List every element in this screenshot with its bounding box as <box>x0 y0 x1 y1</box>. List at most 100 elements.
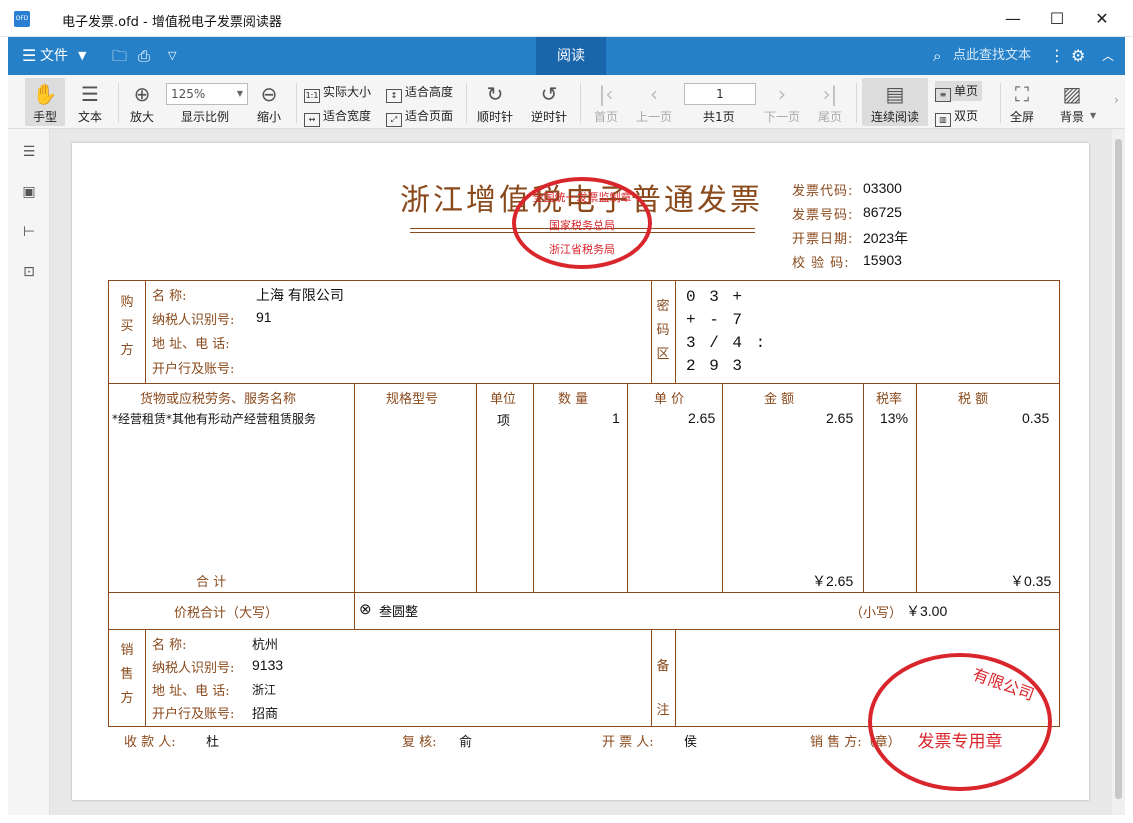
seller-bank: 招商 <box>252 707 279 722</box>
folder-open-icon[interactable]: 🗀 <box>112 37 127 75</box>
actual-size-button[interactable]: 1:1 实际大小 <box>304 82 372 103</box>
rotate-counterclockwise-label: 逆时针 <box>530 110 567 124</box>
zoom-in-label: 放大 <box>129 110 154 124</box>
invoice-code-label: 发票代码: <box>792 184 854 199</box>
thumbnail-image-icon[interactable]: ▣ <box>20 183 38 201</box>
minimize-button[interactable]: — <box>990 6 1036 32</box>
fullscreen-button[interactable]: ⛶ 全屏 <box>1004 78 1040 126</box>
toolbar-scroll-right-icon[interactable]: › <box>1114 93 1119 107</box>
seal-invoice-text: 发票专用章 <box>917 732 1003 752</box>
fullscreen-icon: ⛶ <box>1015 82 1029 106</box>
file-menu[interactable]: 文件 <box>40 37 68 75</box>
zoom-dropdown-icon[interactable]: ▼ <box>237 84 243 104</box>
drawer-label: 开 票 人: <box>602 735 654 750</box>
zoom-in-button[interactable]: ⊕ 放大 <box>122 78 162 126</box>
background-button[interactable]: ▨ 背景 <box>1050 78 1094 126</box>
supervision-seal: 全国统一发票监制章 国家税务总局 浙江省税务局 <box>512 177 652 269</box>
text-tool-button[interactable]: ☰ 文本 <box>70 78 110 126</box>
col-divider <box>916 383 917 592</box>
fit-width-label: 适合宽度 <box>323 109 372 123</box>
invoice-special-seal: 有限公司 发票专用章 <box>868 653 1052 791</box>
actual-size-label: 实际大小 <box>323 85 372 99</box>
next-page-button[interactable]: › 下一页 <box>762 78 802 126</box>
maximize-button[interactable]: ☐ <box>1034 6 1080 32</box>
total-amount: ￥2.65 <box>812 573 854 589</box>
zoom-select[interactable]: 125% ▼ <box>166 83 248 105</box>
col-header-unit: 单位 <box>490 392 517 407</box>
grand-upper-icon: ⊗ <box>359 601 372 618</box>
rotate-counterclockwise-button[interactable]: ↺ 逆时针 <box>528 78 570 126</box>
zoom-out-button[interactable]: ⊖ 缩小 <box>250 78 288 126</box>
col-divider <box>863 383 864 592</box>
line-item-name: *经营租赁*其他有形动产经营租赁服务 <box>112 412 317 426</box>
last-page-button[interactable]: ›| 尾页 <box>812 78 848 126</box>
col-divider <box>651 280 652 383</box>
invoice-number-label: 发票号码: <box>792 208 854 223</box>
buyer-tax-label: 纳税人识别号: <box>152 313 235 328</box>
hamburger-menu-icon[interactable]: ☰ <box>22 37 36 75</box>
buyer-side-label: 购 买 方 <box>120 291 134 363</box>
row-divider <box>108 592 1060 593</box>
double-page-button[interactable]: ▥ 双页 <box>935 106 978 127</box>
seller-tax-label: 纳税人识别号: <box>152 661 235 676</box>
line-item-qty: 1 <box>612 410 620 426</box>
prev-page-button[interactable]: ‹ 上一页 <box>634 78 674 126</box>
buyer-name-label: 名 称: <box>152 289 187 304</box>
fit-height-button[interactable]: ↕ 适合高度 <box>386 82 454 103</box>
search-icon[interactable]: ⌕ <box>933 37 941 75</box>
first-page-button[interactable]: |‹ 首页 <box>588 78 624 126</box>
single-page-label: 单页 <box>954 84 979 98</box>
rotate-counterclockwise-icon: ↺ <box>540 82 558 106</box>
cipher-line: + - 7 <box>686 311 745 329</box>
outline-list-icon[interactable]: ☰ <box>20 143 38 161</box>
dropdown-chevron-icon[interactable]: ▽ <box>168 37 176 75</box>
col-divider <box>627 383 628 592</box>
print-icon[interactable]: ⎙ <box>138 37 150 75</box>
background-dropdown-icon[interactable]: ▼ <box>1090 111 1096 120</box>
continuous-read-button[interactable]: ▤ 连续阅读 <box>862 78 928 126</box>
single-page-button[interactable]: ≡ 单页 <box>935 81 983 102</box>
chevron-down-icon[interactable]: ▼ <box>78 37 86 75</box>
close-button[interactable]: ✕ <box>1079 6 1125 32</box>
drawer: 侯 <box>684 735 698 750</box>
fit-page-button[interactable]: ⤢ 适合页面 <box>386 106 454 127</box>
rotate-clockwise-button[interactable]: ↻ 顺时针 <box>474 78 516 126</box>
seller-side-label: 销 售 方 <box>120 639 134 711</box>
grand-total-upper: 叁圆整 <box>379 605 419 620</box>
remark-label: 备 注 <box>656 645 670 733</box>
zoom-out-icon: ⊖ <box>260 82 278 106</box>
annotation-icon[interactable]: ⊡ <box>20 263 38 281</box>
grand-lower-label: （小写） <box>850 606 903 621</box>
vertical-scrollbar[interactable] <box>1112 129 1125 815</box>
scroll-thumb[interactable] <box>1115 139 1122 799</box>
fit-width-button[interactable]: ↔ 适合宽度 <box>304 106 372 127</box>
hand-tool-button[interactable]: ✋ 手型 <box>25 78 65 126</box>
payee-label: 收 款 人: <box>124 735 176 750</box>
zoom-ratio-label: 显示比例 <box>181 110 230 124</box>
fit-height-label: 适合高度 <box>405 85 454 99</box>
search-input[interactable]: 点此查找文本 <box>953 37 1031 75</box>
reviewer-label: 复 核: <box>402 735 437 750</box>
fit-page-icon: ⤢ <box>386 113 402 127</box>
seller-bank-label: 开户行及账号: <box>152 707 235 722</box>
seller-tax-id: 9133 <box>252 657 284 673</box>
document-viewer[interactable]: 浙江增值税电子普通发票 全国统一发票监制章 国家税务总局 浙江省税务局 发票代码… <box>50 129 1112 815</box>
line-item-price: 2.65 <box>688 410 716 426</box>
page-number-input[interactable]: 1 <box>684 83 756 105</box>
single-page-icon: ≡ <box>935 88 951 102</box>
fit-page-label: 适合页面 <box>405 109 454 123</box>
collapse-up-icon[interactable]: ︿ <box>1102 37 1114 75</box>
continuous-read-label: 连续阅读 <box>870 110 919 124</box>
buyer-tax-id: 91 <box>256 309 272 325</box>
structure-tree-icon[interactable]: ⊢ <box>20 223 38 241</box>
more-options-icon[interactable]: ⋮ <box>1049 37 1065 75</box>
buyer-name: 上海 有限公司 <box>256 287 344 303</box>
settings-gear-icon[interactable]: ⚙ <box>1071 37 1085 75</box>
col-header-rate: 税率 <box>876 392 903 407</box>
col-divider <box>354 383 355 629</box>
cipher-label-char: 码 <box>656 323 670 338</box>
invoice-date-label: 开票日期: <box>792 232 854 247</box>
line-item-rate: 13% <box>880 410 909 426</box>
reviewer: 俞 <box>459 735 473 750</box>
tab-read[interactable]: 阅读 <box>536 37 606 75</box>
